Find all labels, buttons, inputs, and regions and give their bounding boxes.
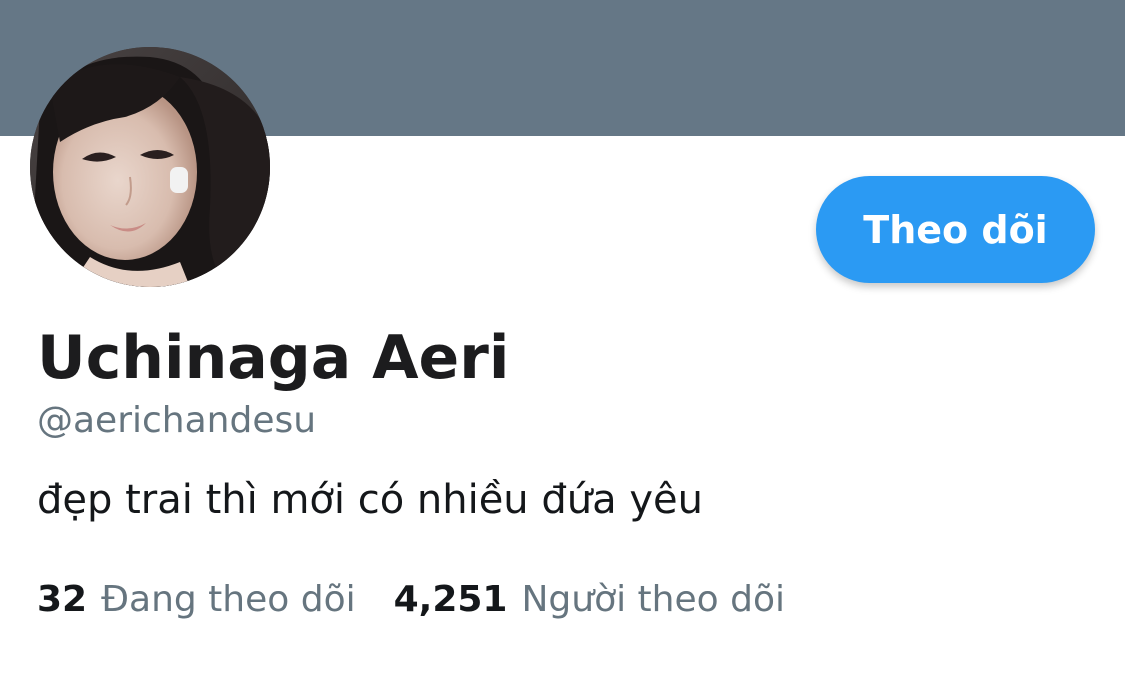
following-label: Đang theo dõi: [101, 579, 356, 620]
follow-button[interactable]: Theo dõi: [816, 176, 1095, 283]
profile-stats: 32 Đang theo dõi 4,251 Người theo dõi: [37, 574, 823, 626]
following-stat[interactable]: 32 Đang theo dõi: [37, 574, 356, 626]
avatar-photo: [30, 47, 270, 287]
followers-count: 4,251: [393, 579, 508, 620]
followers-label: Người theo dõi: [521, 579, 785, 620]
profile-bio: đẹp trai thì mới có nhiều đứa yêu: [37, 477, 703, 523]
avatar[interactable]: [30, 47, 270, 287]
profile-handle: @aerichandesu: [37, 400, 317, 441]
following-count: 32: [37, 579, 88, 620]
followers-stat[interactable]: 4,251 Người theo dõi: [394, 574, 785, 626]
profile-display-name: Uchinaga Aeri: [37, 323, 510, 393]
